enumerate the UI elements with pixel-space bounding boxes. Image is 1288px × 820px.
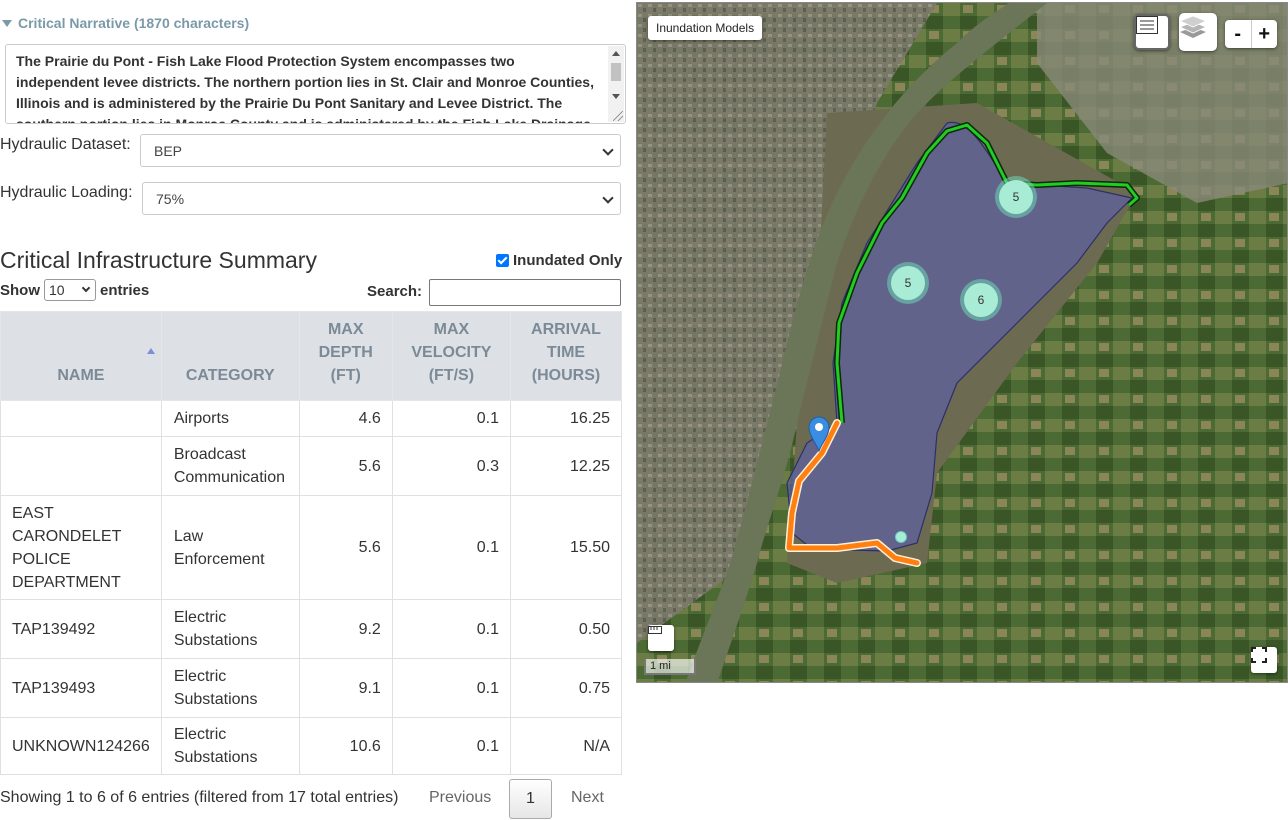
layers-button[interactable] (1179, 13, 1217, 51)
cell-category: Electric Substations (160, 658, 300, 718)
map-title: Inundation Models (648, 16, 763, 40)
page-length-control: Show 10 entries (0, 279, 149, 301)
cell-name: TAP139492 (0, 599, 162, 659)
loading-select[interactable]: 75% (142, 182, 621, 215)
cell-velocity: 0.1 (391, 599, 511, 659)
narrative-header: Critical Narrative (1870 characters) (18, 15, 250, 31)
inundated-only-toggle[interactable]: Inundated Only (496, 252, 622, 269)
inundation-map[interactable]: Inundation Models - + 5 5 6 1 mi (636, 2, 1288, 683)
entries-value: 10 (49, 282, 65, 298)
table-row[interactable]: UNKNOWN124266 Electric Substations 10.6 0.1 N… (0, 717, 623, 775)
cell-velocity: 0.1 (391, 400, 511, 437)
narrative-textarea[interactable]: The Prairie du Pont - Fish Lake Flood Pr… (5, 44, 626, 124)
cell-depth: 5.6 (298, 436, 393, 496)
table-row[interactable]: Broadcast Communication 5.6 0.3 12.25 (0, 436, 623, 496)
zoom-out-button[interactable]: - (1225, 20, 1252, 48)
cell-depth: 10.6 (298, 717, 393, 775)
cell-velocity: 0.1 (391, 495, 511, 600)
scroll-up-icon[interactable] (612, 51, 620, 56)
marker-cluster[interactable]: 6 (960, 279, 1002, 321)
scroll-thumb[interactable] (611, 63, 621, 81)
resize-grip-icon[interactable] (613, 111, 623, 121)
table-row[interactable]: EAST CARONDELET POLICE DEPARTMENT Law Enforce… (0, 495, 623, 600)
dataset-select[interactable]: BEP (140, 134, 621, 167)
cell-depth: 9.2 (298, 599, 393, 659)
col-arrival-header[interactable]: ARRIVAL TIME (HOURS) (509, 311, 623, 401)
search-input[interactable] (429, 279, 621, 306)
cell-velocity: 0.1 (391, 717, 511, 775)
cell-velocity: 0.3 (391, 436, 511, 496)
cell-category: Law Enforcement (160, 495, 300, 600)
caret-down-icon (2, 19, 12, 27)
col-velocity-header[interactable]: MAX VELOCITY (FT/S) (391, 311, 511, 401)
narrative-scrollbar[interactable] (608, 46, 624, 122)
inundated-checkbox[interactable] (496, 254, 509, 267)
entries-label: entries (100, 281, 150, 299)
layers-icon (1179, 15, 1207, 38)
cell-category: Electric Substations (160, 717, 300, 775)
zoom-in-button[interactable]: + (1252, 20, 1278, 48)
sort-asc-icon (146, 348, 155, 354)
cell-category: Electric Substations (160, 599, 300, 659)
cell-category: Airports (160, 400, 300, 437)
cell-arrival: 16.25 (509, 400, 623, 437)
cell-arrival: N/A (509, 717, 623, 775)
infrastructure-table: NAME CATEGORY MAX DEPTH (FT) MAX VELOCITY (F… (0, 311, 623, 775)
chevron-down-icon (81, 283, 91, 293)
map-marker[interactable] (895, 531, 907, 543)
table-info: Showing 1 to 6 of 6 entries (filtered fr… (0, 789, 399, 806)
search-label: Search: (367, 283, 423, 300)
fullscreen-button[interactable] (1251, 647, 1277, 673)
table-row[interactable]: TAP139492 Electric Substations 9.2 0.1 0.50 (0, 599, 623, 659)
dataset-value: BEP (154, 142, 183, 159)
entries-select[interactable]: 10 (44, 279, 96, 301)
cell-name (0, 436, 162, 496)
legend-icon (1136, 16, 1158, 34)
dataset-label: Hydraulic Dataset: (0, 136, 131, 153)
cell-name: EAST CARONDELET POLICE DEPARTMENT (0, 495, 162, 600)
cell-arrival: 15.50 (509, 495, 623, 600)
narrative-toggle[interactable]: Critical Narrative (1870 characters) (0, 12, 249, 34)
chevron-down-icon (602, 144, 614, 156)
page-1-button[interactable]: 1 (509, 779, 552, 819)
cell-velocity: 0.1 (391, 658, 511, 718)
cell-arrival: 12.25 (509, 436, 623, 496)
loading-value: 75% (156, 190, 185, 207)
map-canvas (637, 3, 1287, 682)
cell-arrival: 0.50 (509, 599, 623, 659)
chevron-down-icon (602, 192, 614, 204)
section-title: Critical Infrastructure Summary (0, 247, 317, 273)
table-header-row: NAME CATEGORY MAX DEPTH (FT) MAX VELOCITY (F… (0, 311, 623, 401)
col-category-header[interactable]: CATEGORY (160, 311, 300, 401)
inundated-label: Inundated Only (513, 252, 623, 269)
cell-category: Broadcast Communication (160, 436, 300, 496)
cell-depth: 9.1 (298, 658, 393, 718)
cell-depth: 4.6 (298, 400, 393, 437)
next-button[interactable]: Next (571, 789, 604, 807)
previous-button[interactable]: Previous (429, 789, 491, 807)
marker-cluster[interactable]: 5 (887, 262, 929, 304)
table-row[interactable]: TAP139493 Electric Substations 9.1 0.1 0.75 (0, 658, 623, 718)
scroll-down-icon[interactable] (612, 94, 620, 99)
ruler-icon (648, 626, 662, 634)
fullscreen-icon (1251, 647, 1267, 663)
cell-depth: 5.6 (298, 495, 393, 600)
scale-bar: 1 mi (644, 659, 696, 675)
legend-button[interactable] (1134, 14, 1170, 50)
measure-button[interactable] (648, 625, 674, 651)
cell-name (0, 400, 162, 437)
show-label: Show (0, 281, 40, 299)
table-row[interactable]: Airports 4.6 0.1 16.25 (0, 400, 623, 437)
narrative-text: The Prairie du Pont - Fish Lake Flood Pr… (16, 53, 594, 124)
cell-name: TAP139493 (0, 658, 162, 718)
marker-cluster[interactable]: 5 (995, 176, 1037, 218)
cell-name: UNKNOWN124266 (0, 717, 162, 775)
col-name-header[interactable]: NAME (0, 311, 162, 401)
zoom-control: - + (1225, 20, 1277, 48)
loading-label: Hydraulic Loading: (0, 184, 133, 201)
col-depth-header[interactable]: MAX DEPTH (FT) (298, 311, 393, 401)
cell-arrival: 0.75 (509, 658, 623, 718)
